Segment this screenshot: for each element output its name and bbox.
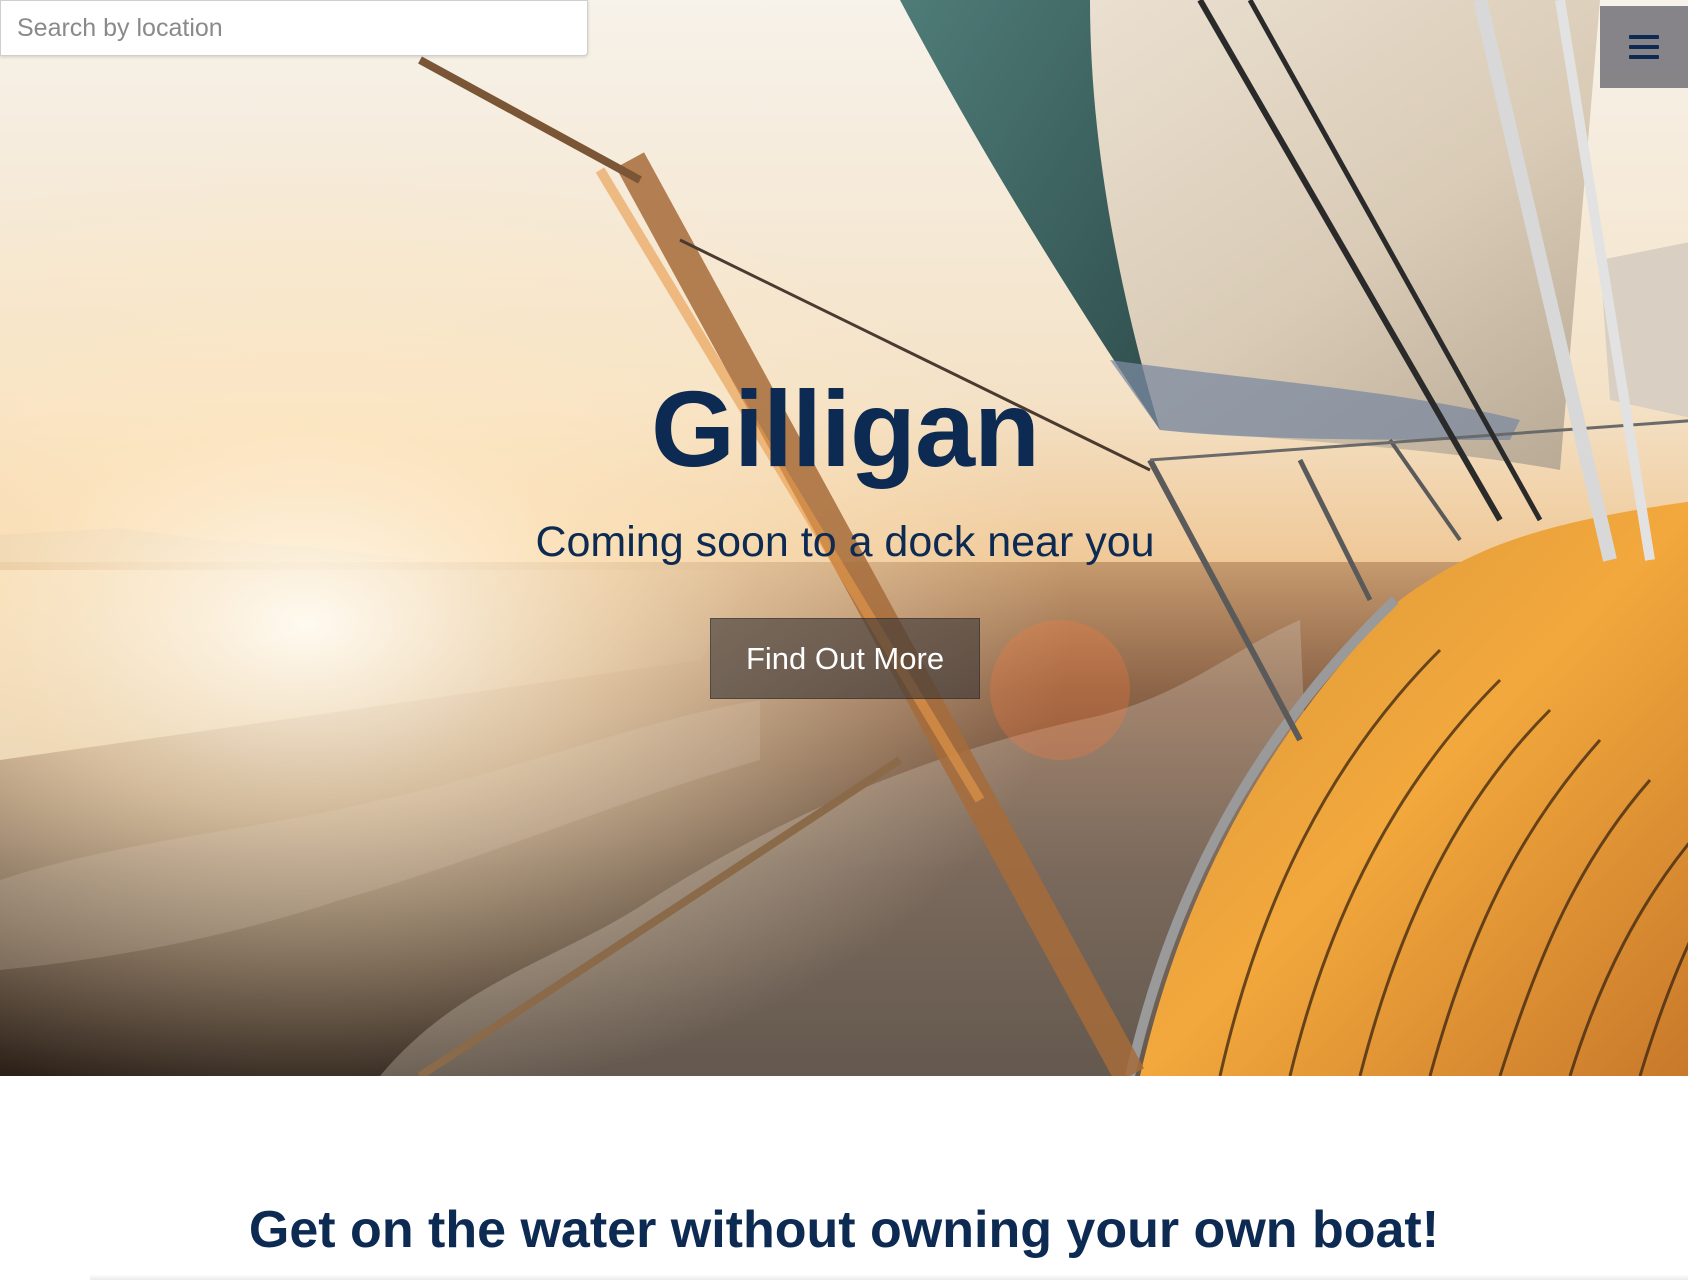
section-divider-shadow (90, 1274, 1688, 1280)
find-out-more-button[interactable]: Find Out More (710, 618, 980, 699)
hero-title: Gilligan (650, 368, 1040, 489)
menu-icon-bar (1629, 45, 1659, 49)
landing-page: Gilligan Coming soon to a dock near you … (0, 0, 1700, 1280)
menu-icon-bar (1629, 55, 1659, 59)
menu-button[interactable] (1600, 6, 1688, 88)
search-input[interactable] (1, 1, 587, 55)
page-edge (1688, 0, 1700, 1280)
search-field[interactable] (0, 0, 588, 56)
menu-icon-bar (1629, 35, 1659, 39)
hero-subtitle: Coming soon to a dock near you (535, 518, 1155, 566)
intro-heading: Get on the water without owning your own… (248, 1201, 1440, 1259)
hero-section: Gilligan Coming soon to a dock near you … (0, 0, 1700, 1076)
hamburger-menu-icon (1629, 35, 1659, 59)
